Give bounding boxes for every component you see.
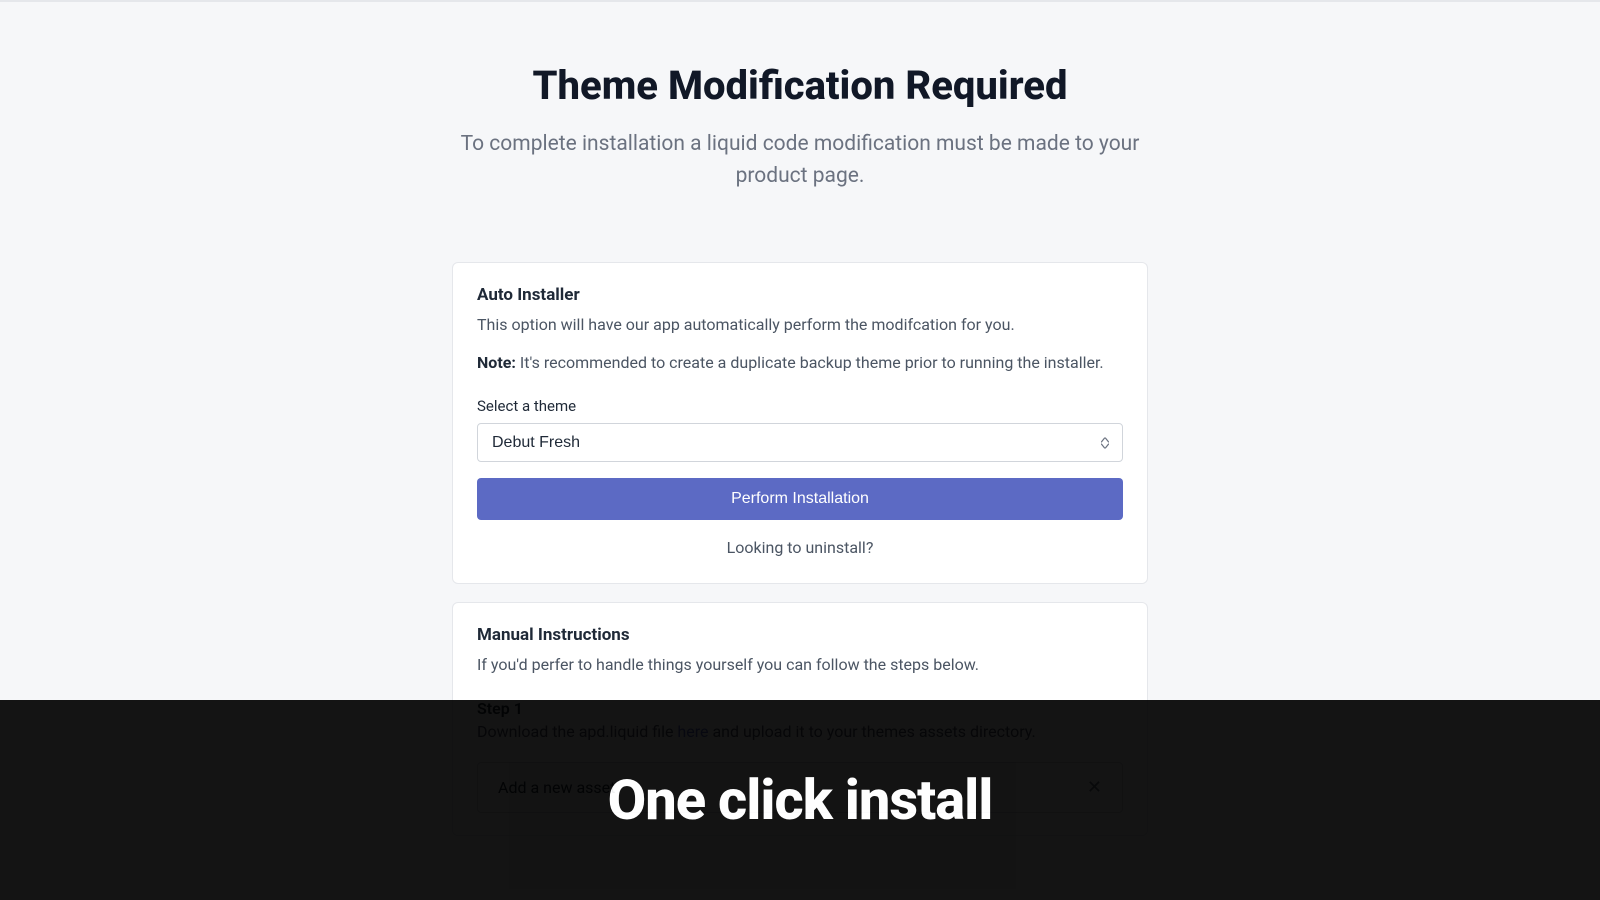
note-text: It's recommended to create a duplicate b…	[516, 353, 1104, 372]
theme-select-group: Select a theme Debut Fresh	[477, 397, 1123, 462]
manual-title: Manual Instructions	[477, 625, 1123, 645]
theme-select[interactable]: Debut Fresh	[477, 423, 1123, 462]
auto-installer-title: Auto Installer	[477, 285, 1123, 305]
page-title: Theme Modification Required	[400, 62, 1200, 109]
banner-text: One click install	[608, 767, 993, 833]
auto-installer-description: This option will have our app automatica…	[477, 313, 1123, 337]
perform-installation-button[interactable]: Perform Installation	[477, 478, 1123, 520]
auto-installer-note: Note: It's recommended to create a dupli…	[477, 351, 1123, 375]
note-label: Note:	[477, 353, 516, 372]
theme-select-wrapper: Debut Fresh	[477, 423, 1123, 462]
uninstall-link[interactable]: Looking to uninstall?	[477, 538, 1123, 557]
manual-description: If you'd perfer to handle things yoursel…	[477, 653, 1123, 677]
page-subtitle: To complete installation a liquid code m…	[460, 129, 1140, 192]
bottom-banner: One click install	[0, 700, 1600, 900]
auto-installer-card: Auto Installer This option will have our…	[452, 262, 1148, 584]
theme-select-label: Select a theme	[477, 397, 1123, 415]
